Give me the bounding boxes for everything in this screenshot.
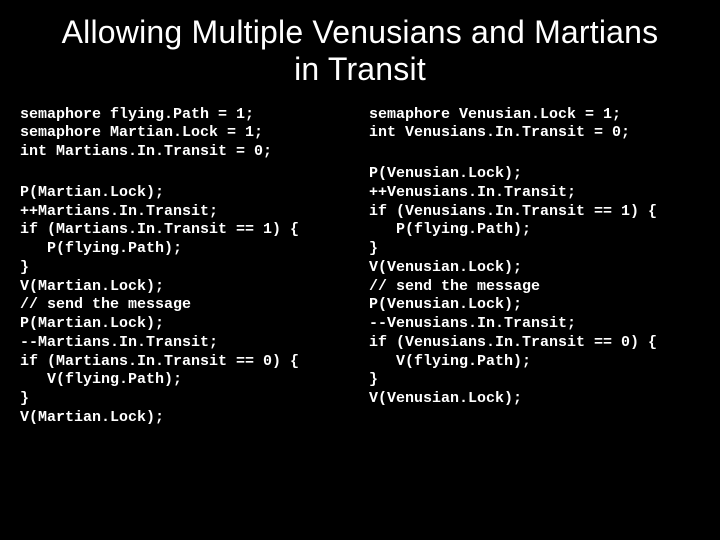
left-body: P(Martian.Lock); ++Martians.In.Transit; … [20, 184, 351, 428]
left-column: semaphore flying.Path = 1; semaphore Mar… [20, 106, 351, 428]
right-body: P(Venusian.Lock); ++Venusians.In.Transit… [369, 165, 700, 409]
slide: Allowing Multiple Venusians and Martians… [0, 0, 720, 540]
right-column: semaphore Venusian.Lock = 1; int Venusia… [369, 106, 700, 428]
columns: semaphore flying.Path = 1; semaphore Mar… [20, 106, 700, 428]
left-declarations: semaphore flying.Path = 1; semaphore Mar… [20, 106, 351, 162]
right-declarations: semaphore Venusian.Lock = 1; int Venusia… [369, 106, 700, 144]
slide-title: Allowing Multiple Venusians and Martians… [60, 14, 660, 88]
